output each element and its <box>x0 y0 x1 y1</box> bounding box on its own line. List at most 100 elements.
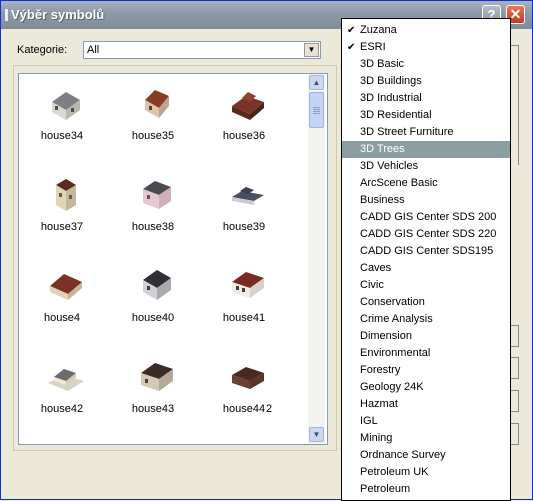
dropdown-option[interactable]: 3D Residential <box>342 107 510 124</box>
dropdown-option-label: Dimension <box>360 330 412 342</box>
dropdown-option[interactable]: 3D Trees <box>342 141 510 158</box>
dropdown-option[interactable]: 3D Buildings <box>342 73 510 90</box>
dropdown-option[interactable]: 3D Vehicles <box>342 158 510 175</box>
symbol-item[interactable]: house40 <box>118 262 188 332</box>
symbol-label: house41 <box>222 312 266 324</box>
dropdown-option-label: Environmental <box>360 347 431 359</box>
dropdown-option-label: 3D Industrial <box>360 92 422 104</box>
dropdown-option[interactable]: IGL <box>342 413 510 430</box>
hidden-preview-frame <box>511 45 519 165</box>
dropdown-option[interactable]: Forestry <box>342 362 510 379</box>
symbol-label: house37 <box>40 221 84 233</box>
house-symbol-icon <box>50 274 82 300</box>
symbol-label: house40 <box>131 312 175 324</box>
symbol-label: house42 <box>40 403 84 415</box>
scroll-up-button[interactable]: ▲ <box>309 75 324 90</box>
symbol-item[interactable]: house39 <box>209 171 279 241</box>
symbol-item[interactable]: house36 <box>209 80 279 150</box>
window-icon <box>5 9 8 21</box>
dropdown-option-label: Geology 24K <box>360 381 424 393</box>
dropdown-option-label: Petroleum <box>360 483 411 495</box>
checkmark-icon: ✔ <box>347 25 356 36</box>
category-label: Kategorie: <box>17 44 68 56</box>
dropdown-option[interactable]: CADD GIS Center SDS 220 <box>342 226 510 243</box>
dropdown-option[interactable]: Environmental <box>342 345 510 362</box>
house-symbol-icon <box>232 92 264 120</box>
dropdown-option[interactable]: Mining <box>342 430 510 447</box>
dropdown-option-label: 3D Basic <box>360 58 405 70</box>
dropdown-option[interactable]: 3D Street Furniture <box>342 124 510 141</box>
dropdown-option-label: IGL <box>360 415 378 427</box>
dropdown-option[interactable]: CADD GIS Center SDS 200 <box>342 209 510 226</box>
dropdown-option-label: 3D Trees <box>360 143 405 155</box>
dropdown-option-label: Petroleum UK <box>360 466 429 478</box>
dropdown-option-label: Crime Analysis <box>360 313 433 325</box>
chevron-down-icon[interactable]: ▼ <box>304 43 319 57</box>
dropdown-option-label: Mining <box>360 432 393 444</box>
house-symbol-icon <box>145 90 169 118</box>
symbol-grid: house34 house35 house36 house37 house38 … <box>19 74 309 444</box>
symbol-selector-dialog: Výběr symbolů ? ✕ Kategorie: All ▼ house… <box>0 0 533 501</box>
symbol-item[interactable]: house42 <box>27 353 97 423</box>
window-title: Výběr symbolů <box>11 7 105 22</box>
house-symbol-icon <box>141 363 173 391</box>
dropdown-option-label: Forestry <box>360 364 401 376</box>
dropdown-option-label: Civic <box>360 279 384 291</box>
dropdown-option[interactable]: ArcScene Basic <box>342 175 510 192</box>
symbol-item[interactable]: house41 <box>209 262 279 332</box>
dropdown-option[interactable]: CADD GIS Center SDS195 <box>342 243 510 260</box>
symbol-item[interactable]: house43 <box>118 353 188 423</box>
dropdown-option[interactable]: Crime Analysis <box>342 311 510 328</box>
dropdown-option[interactable]: ✔ ESRI <box>342 39 510 56</box>
symbol-scrollbar[interactable]: ▲ ▼ <box>308 74 325 444</box>
dropdown-option-label: ESRI <box>360 41 386 53</box>
house-symbol-icon <box>52 92 80 120</box>
category-dropdown[interactable]: All ▼ <box>83 41 321 59</box>
dropdown-option[interactable]: Hazmat <box>342 396 510 413</box>
dropdown-option[interactable]: Business <box>342 192 510 209</box>
symbol-list[interactable]: house34 house35 house36 house37 house38 … <box>18 73 328 445</box>
dropdown-option-label: 3D Street Furniture <box>360 126 454 138</box>
symbol-label: house43 <box>131 403 175 415</box>
house-symbol-icon <box>143 270 171 300</box>
dropdown-option-label: 3D Buildings <box>360 75 422 87</box>
category-value: All <box>87 44 100 56</box>
dropdown-option-label: ArcScene Basic <box>360 177 438 189</box>
dropdown-option-label: Zuzana <box>360 24 397 36</box>
dropdown-option[interactable]: Petroleum <box>342 481 510 498</box>
dropdown-option[interactable]: Conservation <box>342 294 510 311</box>
dropdown-option-label: Business <box>360 194 405 206</box>
symbol-label: house34 <box>40 130 84 142</box>
symbol-label: house38 <box>131 221 175 233</box>
symbol-label: house4 <box>43 312 81 324</box>
symbol-item[interactable]: house34 <box>27 80 97 150</box>
dropdown-option[interactable]: Dimension <box>342 328 510 345</box>
symbol-item[interactable]: house4 <box>27 262 97 332</box>
dropdown-option[interactable]: Ordnance Survey <box>342 447 510 464</box>
dropdown-option[interactable]: Civic <box>342 277 510 294</box>
dropdown-option[interactable]: ✔ Zuzana <box>342 22 510 39</box>
scroll-thumb[interactable] <box>309 92 324 128</box>
house-symbol-icon <box>48 369 84 391</box>
stray-text: 2 <box>266 403 273 415</box>
dropdown-option-label: CADD GIS Center SDS 200 <box>360 211 497 223</box>
dropdown-option-label: Caves <box>360 262 392 274</box>
dropdown-option-label: 3D Residential <box>360 109 432 121</box>
symbol-label: house36 <box>222 130 266 142</box>
dropdown-option[interactable]: 3D Basic <box>342 56 510 73</box>
dropdown-option[interactable]: Geology 24K <box>342 379 510 396</box>
house-symbol-icon <box>143 181 171 209</box>
dropdown-option-label: CADD GIS Center SDS 220 <box>360 228 497 240</box>
scroll-down-button[interactable]: ▼ <box>309 427 324 442</box>
dropdown-option-label: Conservation <box>360 296 425 308</box>
dropdown-option[interactable]: 3D Industrial <box>342 90 510 107</box>
category-dropdown-list[interactable]: ✔ Zuzana ✔ ESRI 3D Basic 3D Buildings 3D Indus… <box>341 18 511 501</box>
house-symbol-icon <box>56 179 76 211</box>
dropdown-option[interactable]: Caves <box>342 260 510 277</box>
symbol-item[interactable]: house37 <box>27 171 97 241</box>
symbol-item[interactable]: house35 <box>118 80 188 150</box>
checkmark-icon: ✔ <box>347 42 356 53</box>
dropdown-option[interactable]: Petroleum UK <box>342 464 510 481</box>
dropdown-option-label: Hazmat <box>360 398 398 410</box>
symbol-item[interactable]: house38 <box>118 171 188 241</box>
